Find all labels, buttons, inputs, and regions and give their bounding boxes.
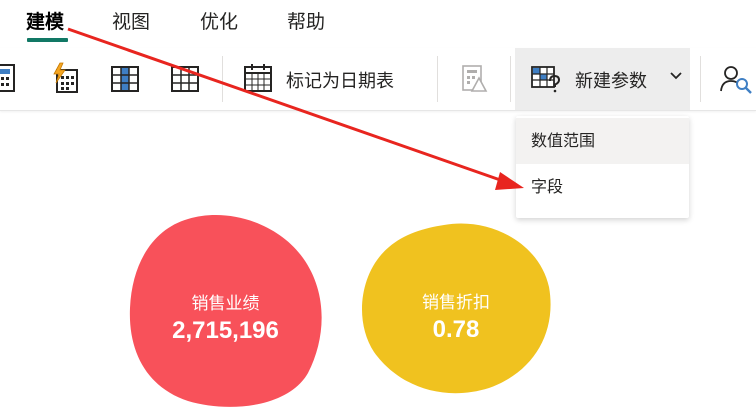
active-tab-indicator (27, 38, 68, 42)
ribbon-toolbar: 标记为日期表 新建参数 (0, 48, 756, 111)
tab-view[interactable]: 视图 (112, 7, 150, 34)
card-value: 2,715,196 (172, 317, 279, 344)
toolbar-separator (510, 56, 511, 102)
toolbar-separator (700, 56, 701, 102)
manage-roles-icon (459, 62, 489, 94)
mark-as-date-table-button[interactable]: 标记为日期表 (286, 67, 394, 93)
toolbar-separator (222, 56, 223, 102)
chevron-down-icon (668, 68, 684, 88)
view-as-roles-icon[interactable] (720, 62, 752, 94)
card-value: 0.78 (432, 316, 480, 343)
sales-performance-card[interactable]: 销售业绩 2,715,196 (128, 213, 323, 409)
quick-measure-icon[interactable] (50, 62, 80, 94)
new-parameter-label: 新建参数 (575, 71, 647, 92)
parameter-table-icon (531, 62, 561, 94)
sales-discount-card[interactable]: 销售折扣 0.78 (359, 222, 553, 394)
card-label: 销售折扣 (422, 293, 490, 313)
new-measure-icon[interactable] (0, 62, 20, 94)
toolbar-separator (437, 56, 438, 102)
new-parameter-button[interactable]: 新建参数 (515, 48, 690, 110)
card-label: 销售业绩 (191, 294, 260, 314)
menu-item-fields[interactable]: 字段 (516, 164, 689, 210)
tab-help[interactable]: 帮助 (287, 7, 325, 34)
menu-item-numeric-range[interactable]: 数值范围 (516, 118, 689, 164)
new-parameter-menu: 数值范围 字段 (516, 116, 689, 218)
new-column-icon[interactable] (110, 62, 140, 94)
calendar-icon[interactable] (243, 62, 273, 94)
tab-optimize[interactable]: 优化 (200, 7, 238, 34)
tab-modeling[interactable]: 建模 (26, 7, 64, 34)
new-table-icon[interactable] (170, 62, 200, 94)
ribbon-tabs: 建模 视图 优化 帮助 (0, 0, 756, 46)
